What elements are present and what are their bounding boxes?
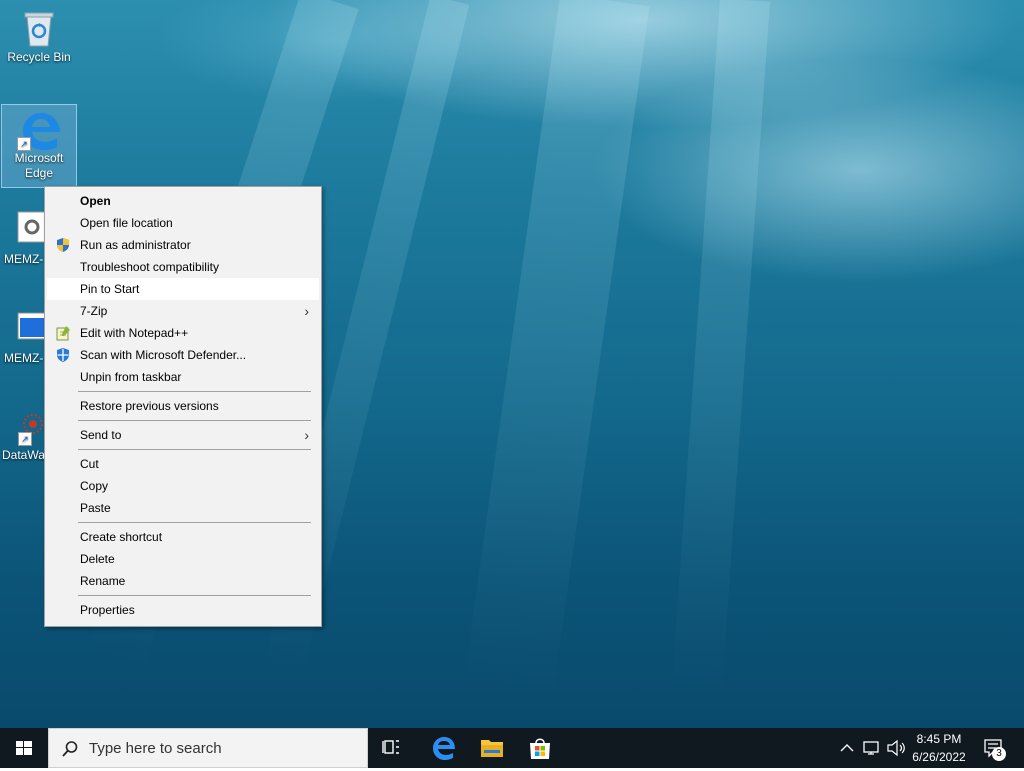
menu-item-label: Troubleshoot compatibility (80, 260, 219, 274)
network-button[interactable] (860, 728, 884, 768)
windows-logo-icon (16, 741, 32, 755)
store-icon (530, 738, 550, 759)
recycle-bin-icon (19, 8, 59, 48)
notepadpp-icon (55, 325, 71, 341)
context-menu: Open Open file location Run as administr… (44, 186, 322, 627)
menu-item-label: Restore previous versions (80, 399, 219, 413)
search-icon (62, 741, 78, 757)
desktop-icon-memz-2[interactable]: MEMZ- (0, 305, 48, 366)
menu-item-label: Pin to Start (80, 282, 140, 296)
desktop-icon-memz-1[interactable]: MEMZ- (0, 206, 48, 267)
taskbar: Type here to search 8:45 PM 6/26/2022 3 (0, 728, 1024, 768)
task-view-button[interactable] (368, 728, 416, 768)
menu-item-create-shortcut[interactable]: Create shortcut (47, 526, 319, 548)
chevron-right-icon: › (304, 303, 309, 319)
desktop-icon-label: Recycle Bin (7, 50, 71, 64)
task-view-icon (382, 740, 399, 754)
menu-item-label: Unpin from taskbar (80, 370, 182, 384)
network-icon (863, 741, 879, 755)
menu-item-label: Edit with Notepad++ (80, 326, 189, 340)
menu-item-edit-with-notepadpp[interactable]: Edit with Notepad++ (47, 322, 319, 344)
taskbar-file-explorer-button[interactable] (468, 728, 516, 768)
menu-item-properties[interactable]: Properties (47, 599, 319, 621)
menu-item-label: Delete (80, 552, 115, 566)
desktop-icon-label: MEMZ- (4, 351, 44, 365)
shortcut-arrow-icon: ↗ (18, 432, 32, 446)
menu-item-label: Open (80, 194, 111, 208)
taskbar-search-box[interactable]: Type here to search (48, 728, 368, 768)
menu-item-run-as-administrator[interactable]: Run as administrator (47, 234, 319, 256)
chevron-right-icon: › (304, 427, 309, 443)
menu-item-label: Create shortcut (80, 530, 163, 544)
taskbar-store-button[interactable] (516, 728, 564, 768)
desktop-icon-recycle-bin[interactable]: Recycle Bin (2, 4, 76, 65)
menu-separator (78, 522, 311, 523)
menu-item-open[interactable]: Open (47, 190, 319, 212)
menu-item-label: Rename (80, 574, 126, 588)
menu-separator (78, 391, 311, 392)
light-ray (463, 0, 650, 700)
menu-separator (78, 595, 311, 596)
notification-count-badge: 3 (992, 747, 1006, 761)
menu-item-label: Run as administrator (80, 238, 191, 252)
speaker-icon (887, 739, 905, 757)
desktop-icon-label: Microsoft Edge (14, 151, 64, 180)
clock[interactable]: 8:45 PM 6/26/2022 (908, 732, 970, 764)
desktop-icon-label: MEMZ- (4, 252, 44, 266)
desktop-icon-microsoft-edge[interactable]: ↗ Microsoft Edge (1, 104, 77, 188)
light-ray (671, 0, 770, 701)
volume-button[interactable] (884, 728, 908, 768)
menu-item-pin-to-start[interactable]: Pin to Start (47, 278, 319, 300)
menu-item-delete[interactable]: Delete (47, 548, 319, 570)
show-hidden-icons-button[interactable] (836, 728, 858, 768)
menu-separator (78, 420, 311, 421)
menu-item-open-file-location[interactable]: Open file location (47, 212, 319, 234)
menu-item-restore-previous-versions[interactable]: Restore previous versions (47, 395, 319, 417)
clock-time: 8:45 PM (916, 732, 962, 746)
desktop-icon-datawa[interactable]: ↗ DataWa (0, 402, 46, 463)
menu-item-rename[interactable]: Rename (47, 570, 319, 592)
menu-item-paste[interactable]: Paste (47, 497, 319, 519)
menu-item-cut[interactable]: Cut (47, 453, 319, 475)
menu-item-label: Copy (80, 479, 109, 493)
taskbar-edge-button[interactable] (420, 728, 468, 768)
menu-item-label: Scan with Microsoft Defender... (80, 348, 247, 362)
search-placeholder: Type here to search (89, 740, 222, 757)
clock-date: 6/26/2022 (912, 750, 966, 764)
uac-shield-icon (55, 237, 71, 253)
menu-item-label: Paste (80, 501, 111, 515)
menu-item-copy[interactable]: Copy (47, 475, 319, 497)
menu-item-scan-with-defender[interactable]: Scan with Microsoft Defender... (47, 344, 319, 366)
menu-item-label: Open file location (80, 216, 173, 230)
menu-separator (78, 449, 311, 450)
menu-item-label: Cut (80, 457, 99, 471)
menu-item-label: Properties (80, 603, 135, 617)
edge-icon (433, 737, 455, 760)
defender-icon (55, 347, 71, 363)
folder-icon (481, 740, 503, 757)
menu-item-unpin-from-taskbar[interactable]: Unpin from taskbar (47, 366, 319, 388)
edge-icon: ↗ (17, 109, 60, 151)
menu-item-label: Send to (80, 428, 122, 442)
chevron-up-icon (840, 744, 854, 752)
start-button[interactable] (0, 728, 48, 768)
menu-item-send-to[interactable]: Send to › (47, 424, 319, 446)
desktop-icon-label: DataWa (2, 448, 45, 462)
menu-item-7-zip[interactable]: 7-Zip › (47, 300, 319, 322)
menu-item-label: 7-Zip (80, 304, 108, 318)
action-center-button[interactable]: 3 (976, 728, 1024, 768)
menu-item-troubleshoot-compatibility[interactable]: Troubleshoot compatibility (47, 256, 319, 278)
shortcut-arrow-icon: ↗ (17, 137, 31, 151)
